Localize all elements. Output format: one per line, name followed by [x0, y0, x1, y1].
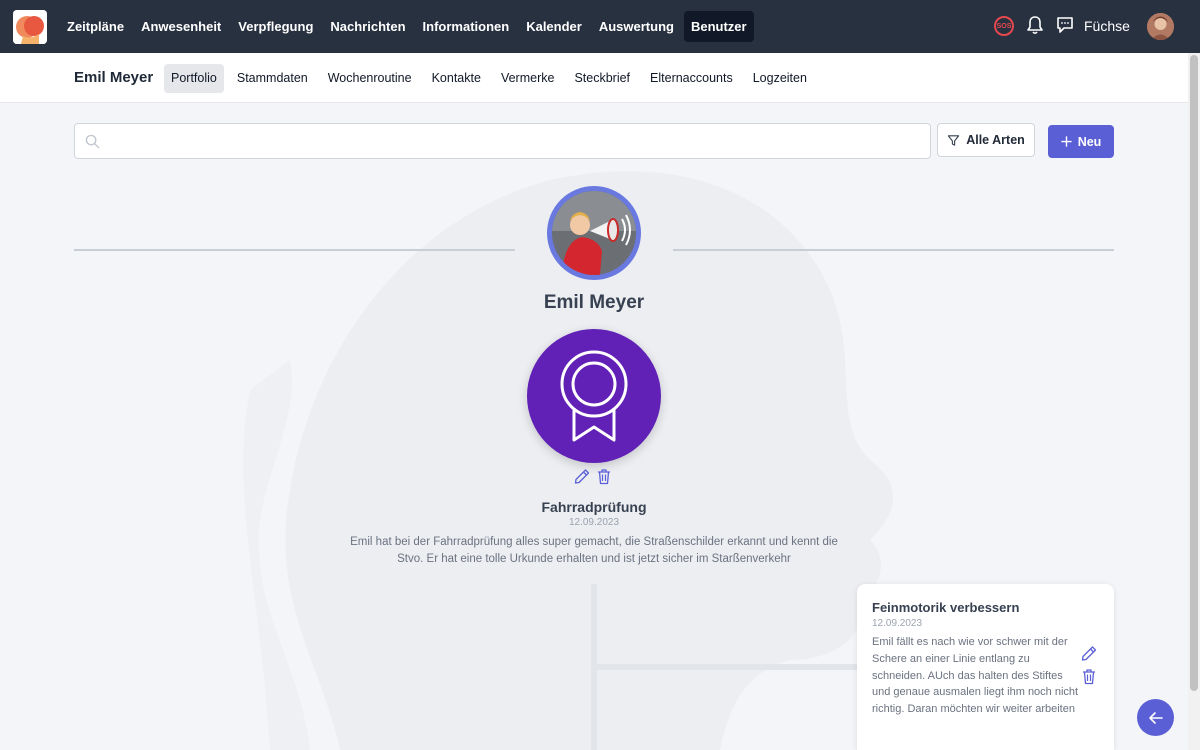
nav-item-zeitplaene[interactable]: Zeitpläne — [60, 11, 131, 42]
profile-image — [552, 191, 636, 275]
tab-portfolio[interactable]: Portfolio — [164, 64, 224, 93]
child-subnav: Emil Meyer Portfolio Stammdaten Wochenro… — [0, 53, 1188, 103]
tab-stammdaten[interactable]: Stammdaten — [230, 64, 315, 93]
search-icon — [85, 134, 100, 149]
page-scrollbar[interactable] — [1188, 53, 1200, 750]
arrow-left-icon — [1148, 711, 1163, 724]
timeline-line-horizontal — [597, 664, 859, 670]
notifications-bell-icon[interactable] — [1026, 15, 1044, 35]
entry-award-badge[interactable] — [527, 329, 661, 463]
edit-pencil-icon[interactable] — [574, 468, 590, 485]
nav-item-informationen[interactable]: Informationen — [416, 11, 517, 42]
search-field[interactable] — [74, 123, 931, 159]
tab-steckbrief[interactable]: Steckbrief — [567, 64, 637, 93]
top-navbar: Zeitpläne Anwesenheit Verpflegung Nachri… — [0, 0, 1200, 53]
sos-button[interactable]: SOS — [994, 16, 1014, 36]
filter-type-button[interactable]: Alle Arten — [937, 123, 1035, 157]
new-button-label: Neu — [1077, 134, 1102, 149]
profile-name: Emil Meyer — [543, 292, 645, 313]
main-menu: Zeitpläne Anwesenheit Verpflegung Nachri… — [60, 11, 757, 42]
filter-label: Alle Arten — [966, 133, 1025, 147]
entry-1-actions — [574, 468, 612, 485]
app-logo[interactable] — [13, 10, 47, 44]
nav-item-anwesenheit[interactable]: Anwesenheit — [134, 11, 228, 42]
group-selector[interactable]: Füchse — [1084, 18, 1130, 34]
child-tabs: Portfolio Stammdaten Wochenroutine Konta… — [164, 64, 820, 93]
tab-vermerke[interactable]: Vermerke — [494, 64, 562, 93]
timeline-divider-left — [74, 249, 515, 251]
entry-1-date: 12.09.2023 — [568, 517, 620, 528]
user-avatar[interactable] — [1147, 13, 1174, 40]
scrollbar-thumb[interactable] — [1190, 55, 1198, 691]
award-icon — [560, 350, 628, 442]
tab-wochenroutine[interactable]: Wochenroutine — [321, 64, 419, 93]
entry-2-date: 12.09.2023 — [872, 618, 923, 629]
child-profile-photo[interactable] — [547, 186, 641, 280]
child-name-heading: Emil Meyer — [74, 69, 154, 86]
entry-2-text: Emil fällt es nach wie vor schwer mit de… — [872, 636, 1079, 716]
nav-item-verpflegung[interactable]: Verpflegung — [231, 11, 320, 42]
nav-item-nachrichten[interactable]: Nachrichten — [323, 11, 412, 42]
tab-logzeiten[interactable]: Logzeiten — [746, 64, 814, 93]
tab-elternaccounts[interactable]: Elternaccounts — [643, 64, 740, 93]
nav-item-kalender[interactable]: Kalender — [519, 11, 589, 42]
back-button[interactable] — [1137, 699, 1174, 736]
entry-2-card[interactable]: Feinmotorik verbessern 12.09.2023 Emil f… — [857, 584, 1114, 750]
nav-item-auswertung[interactable]: Auswertung — [592, 11, 681, 42]
timeline-divider-right — [673, 249, 1114, 251]
plus-icon — [1060, 136, 1072, 147]
entry-1-title: Fahrradprüfung — [541, 499, 647, 515]
chat-bubble-icon[interactable] — [1055, 15, 1075, 35]
entry-1-text: Emil hat bei der Fahrradprüfung alles su… — [350, 536, 838, 565]
edit-pencil-icon[interactable] — [1081, 645, 1097, 662]
delete-trash-icon[interactable] — [1081, 668, 1097, 685]
tab-kontakte[interactable]: Kontakte — [425, 64, 488, 93]
filter-icon — [948, 134, 960, 146]
logo-icon — [13, 10, 47, 44]
search-input[interactable] — [107, 124, 922, 158]
entry-2-title: Feinmotorik verbessern — [872, 600, 1020, 615]
delete-trash-icon[interactable] — [596, 468, 612, 485]
new-entry-button[interactable]: Neu — [1048, 125, 1114, 158]
nav-item-benutzer[interactable]: Benutzer — [683, 11, 754, 42]
